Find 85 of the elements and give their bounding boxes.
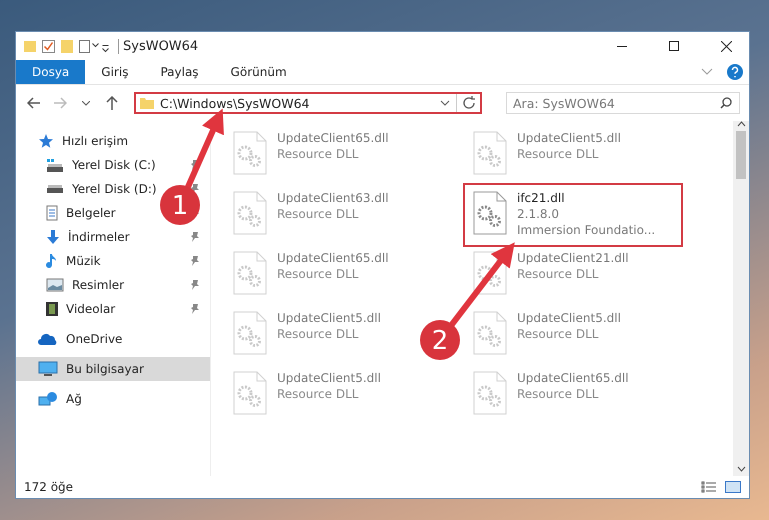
ribbon-tab[interactable]: Görünüm <box>214 60 303 84</box>
star-icon <box>38 133 54 149</box>
file-name: UpdateClient5.dll <box>277 371 381 385</box>
sidebar-item[interactable]: Hızlı erişim <box>16 129 134 153</box>
dll-file-icon <box>473 191 507 235</box>
picture-icon <box>46 278 64 292</box>
address-field[interactable]: C:\Windows\SysWOW64 <box>134 92 482 114</box>
sidebar-item[interactable]: Videolar <box>16 297 122 321</box>
file-detail: Resource DLL <box>517 147 600 161</box>
window-title: SysWOW64 <box>118 38 593 54</box>
dll-file-icon <box>233 251 267 295</box>
document-icon <box>46 205 58 221</box>
dll-file-icon <box>473 131 507 175</box>
dll-file-icon <box>233 191 267 235</box>
music-note-icon <box>46 253 58 269</box>
sidebar-item[interactable]: Belgeler <box>16 201 122 225</box>
expand-ribbon-icon[interactable] <box>701 68 713 76</box>
sidebar-item[interactable]: Ağ <box>16 387 88 411</box>
sidebar-item[interactable]: Yerel Disk (D:) <box>16 177 163 201</box>
caret-icon <box>82 100 90 106</box>
file-name: UpdateClient5.dll <box>517 131 621 145</box>
file-detail: Resource DLL <box>277 267 360 281</box>
sidebar-item[interactable]: Resimler <box>16 273 130 297</box>
file-detail: Resource DLL <box>277 387 360 401</box>
dll-file-icon <box>473 311 507 355</box>
properties-icon[interactable] <box>42 40 55 52</box>
back-arrow-icon <box>27 97 41 109</box>
customize-toolbar-icon[interactable] <box>79 40 110 52</box>
file-tile[interactable]: ifc21.dll 2.1.8.0 Immersion Foundatio... <box>463 183 683 247</box>
sidebar-item[interactable]: Bu bilgisayar <box>16 357 210 381</box>
step-badge: 2 <box>420 320 460 360</box>
drive-icon <box>46 158 64 172</box>
network-icon <box>38 391 58 407</box>
download-arrow-icon <box>46 229 60 245</box>
file-detail: Resource DLL <box>517 267 600 281</box>
file-name: ifc21.dll <box>517 191 566 205</box>
forward-arrow-icon <box>53 97 67 109</box>
dll-file-icon <box>233 371 267 415</box>
file-detail: 2.1.8.0 <box>517 207 560 221</box>
item-count: 172 öğe <box>24 480 74 494</box>
file-detail: Immersion Foundatio... <box>517 223 656 237</box>
search-field[interactable]: Ara: SysWOW64 <box>506 92 740 114</box>
ribbon-tab[interactable]: Giriş <box>85 60 144 84</box>
file-detail: Resource DLL <box>517 327 600 341</box>
ribbon-tab[interactable]: Paylaş <box>144 60 215 84</box>
sidebar-item[interactable]: Müzik <box>16 249 107 273</box>
folder-icon <box>24 40 36 52</box>
file-name: UpdateClient65.dll <box>517 371 629 385</box>
cloud-icon <box>38 332 58 346</box>
file-name: UpdateClient65.dll <box>277 131 389 145</box>
scroll-down-icon <box>736 466 746 472</box>
dll-file-icon <box>473 251 507 295</box>
large-icons-view-icon[interactable] <box>725 481 741 493</box>
help-icon[interactable] <box>727 64 743 80</box>
file-detail: Resource DLL <box>277 327 360 341</box>
caret-icon <box>440 100 450 106</box>
scrollbar-thumb[interactable] <box>736 131 746 179</box>
file-name: UpdateClient63.dll <box>277 191 389 205</box>
maximize-icon <box>669 41 679 51</box>
up-arrow-icon <box>106 96 118 110</box>
dll-file-icon <box>473 371 507 415</box>
close-icon <box>720 40 732 52</box>
scrollbar[interactable] <box>733 121 749 476</box>
monitor-icon <box>38 361 58 377</box>
drive-icon <box>46 185 64 193</box>
sidebar-item[interactable]: OneDrive <box>16 327 128 351</box>
file-name: UpdateClient65.dll <box>277 251 389 265</box>
address-path: C:\Windows\SysWOW64 <box>160 96 310 110</box>
file-name: UpdateClient5.dll <box>277 311 381 325</box>
sidebar-item[interactable]: İndirmeler <box>16 225 136 249</box>
film-icon <box>46 302 58 316</box>
dll-file-icon <box>233 311 267 355</box>
scroll-up-icon <box>736 121 746 127</box>
file-detail: Resource DLL <box>277 207 360 221</box>
folder-icon <box>140 98 154 108</box>
ribbon-tab[interactable]: Dosya <box>16 60 86 84</box>
step-badge: 1 <box>160 185 200 225</box>
dll-file-icon <box>233 131 267 175</box>
file-name: UpdateClient21.dll <box>517 251 629 265</box>
details-view-icon[interactable] <box>701 481 717 493</box>
search-icon <box>720 97 732 109</box>
file-name: UpdateClient5.dll <box>517 311 621 325</box>
file-detail: Resource DLL <box>277 147 360 161</box>
sidebar-item[interactable]: Yerel Disk (C:) <box>16 153 162 177</box>
file-detail: Resource DLL <box>517 387 600 401</box>
